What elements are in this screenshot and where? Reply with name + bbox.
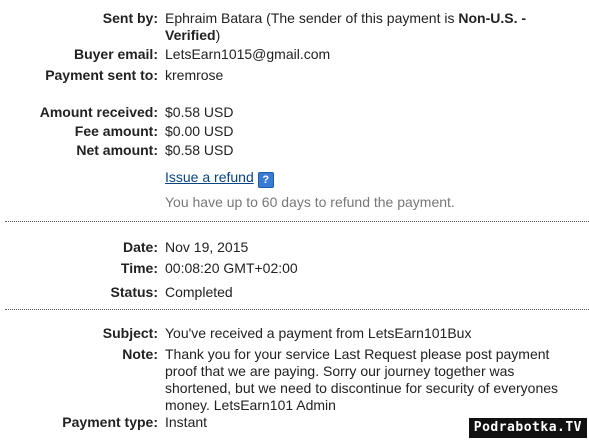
sent-by-value: Ephraim Batara (The sender of this payme… [165,10,585,44]
payment-sent-to-value: kremrose [165,67,224,83]
payment-type-label: Payment type: [62,414,158,430]
status-label: Status: [110,284,158,300]
sender-name: Ephraim Batara [165,10,263,26]
issue-refund-link[interactable]: Issue a refund [165,169,254,185]
amount-received-value: $0.58 USD [165,104,234,120]
help-icon[interactable]: ? [257,172,274,188]
time-label: Time: [120,260,158,276]
subject-label: Subject: [102,325,158,341]
sender-status-line2: Verified [165,27,216,43]
separator-1 [5,221,589,222]
refund-note: You have up to 60 days to refund the pay… [165,194,455,210]
fee-amount-value: $0.00 USD [165,123,234,139]
sender-note-prefix: (The sender of this payment is [262,10,459,26]
payment-sent-to-label: Payment sent to: [45,67,158,83]
payment-type-value: Instant [165,414,208,430]
note-label: Note: [122,346,158,362]
sent-by-label: Sent by: [102,10,158,26]
watermark: Podrabotka.TV [468,418,587,438]
note-line: Thank you for your service Last Request … [165,346,550,362]
buyer-email-value: LetsEarn1015@gmail.com [165,46,331,62]
note-line: proof that we are paying. Sorry our jour… [165,363,515,379]
time-value: 00:08:20 GMT+02:00 [165,260,298,276]
fee-amount-label: Fee amount: [74,123,158,139]
note-line: shortened, but we need to discontinue fo… [165,380,559,396]
net-amount-value: $0.58 USD [165,142,234,158]
net-amount-label: Net amount: [76,142,158,158]
subject-value: You've received a payment from LetsEarn1… [165,325,472,341]
status-value: Completed [165,284,233,300]
date-label: Date: [122,239,158,255]
sender-status-line1: Non-U.S. - [458,10,527,26]
note-line: money. LetsEarn101 Admin [165,397,336,413]
buyer-email-label: Buyer email: [73,46,158,62]
refund-row: Issue a refund? [165,169,274,188]
sender-note-suffix: ) [215,27,221,43]
separator-2 [5,309,589,310]
note-value: Thank you for your service Last Request … [165,346,558,414]
date-value: Nov 19, 2015 [165,239,249,255]
amount-received-label: Amount received: [39,104,158,120]
